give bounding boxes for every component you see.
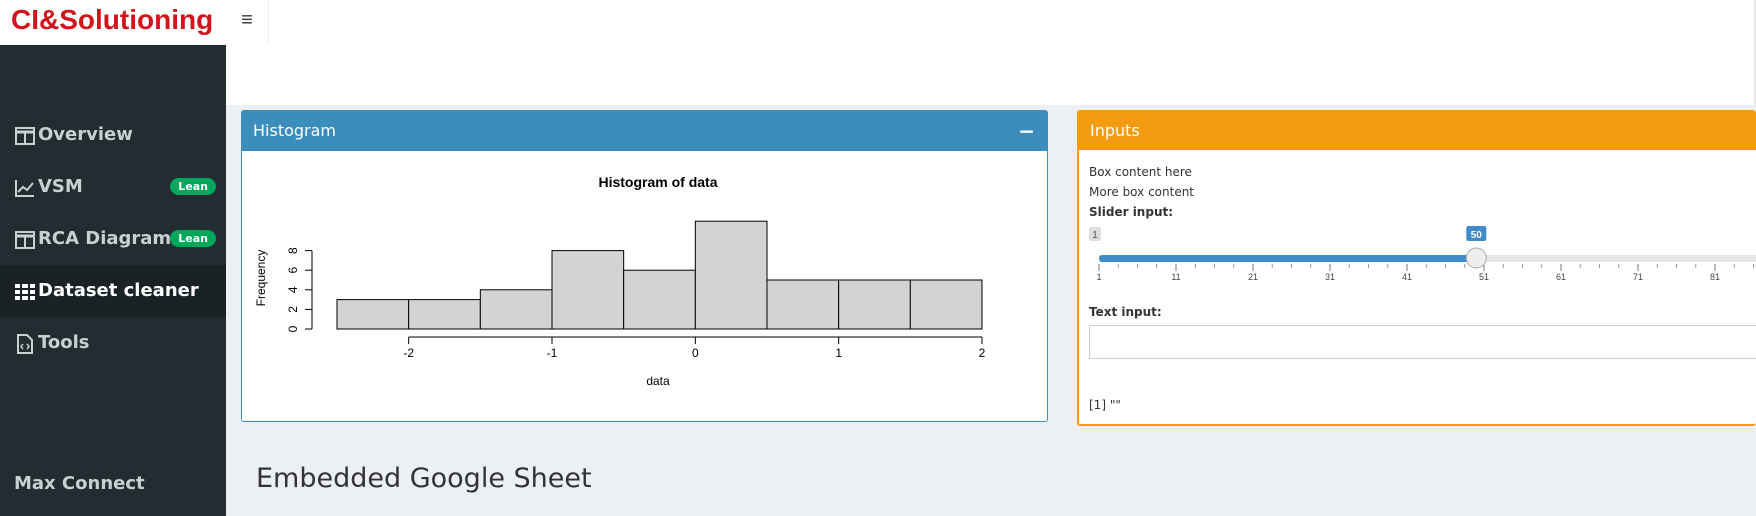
box-text: More box content [1089, 185, 1195, 199]
slider-input[interactable]: 1 501 11 21 31 41 51 61 71 81 [1089, 220, 1756, 340]
file-code-icon [13, 317, 37, 369]
slider-min-label: 1 [1092, 230, 1098, 241]
box-header: Inputs [1079, 112, 1756, 150]
text-input-label: Text input: [1089, 305, 1162, 319]
y-tick-label: 8 [286, 247, 300, 254]
histogram-bar [623, 269, 696, 330]
slider-handle[interactable] [1465, 247, 1487, 269]
section-title: Embedded Google Sheet [256, 463, 592, 494]
app-logo[interactable]: CI&Solutioning [0, 0, 226, 45]
slider-tick-label: 81 [1710, 272, 1720, 282]
slider-tick-label: 41 [1402, 272, 1412, 282]
slider-label: Slider input: [1089, 205, 1174, 219]
sidebar-footer-link[interactable]: Max Connect [14, 473, 145, 494]
box-header: Histogram − [242, 111, 1047, 151]
sidebar-item-dataset-cleaner[interactable]: Dataset cleaner [0, 265, 226, 317]
grid-icon [13, 265, 37, 317]
sidebar-item-overview[interactable]: Overview [0, 109, 226, 161]
sidebar-item-tools[interactable]: Tools [0, 317, 226, 369]
slider-tick-label: 1 [1096, 272, 1101, 282]
slider-tick-label: 31 [1325, 272, 1335, 282]
slider-tick-label: 61 [1556, 272, 1566, 282]
slider-fill [1099, 255, 1477, 262]
lean-badge: Lean [170, 178, 216, 195]
inputs-box: Inputs Box content here More box content… [1077, 110, 1756, 426]
y-tick-label: 4 [286, 286, 300, 293]
y-axis-label: Frequency [254, 250, 268, 307]
slider-tick-label: 51 [1479, 272, 1489, 282]
x-tick-label: 0 [692, 346, 699, 360]
histogram-bar [909, 279, 983, 330]
text-input[interactable] [1089, 325, 1756, 359]
histogram-bar [408, 299, 481, 330]
box-text: Box content here [1089, 165, 1192, 179]
sidebar-item-label: Tools [38, 332, 90, 353]
y-tick-label: 2 [286, 306, 300, 313]
x-tick-label: 1 [835, 346, 842, 360]
histogram-bar [694, 220, 768, 330]
table-icon [13, 109, 37, 161]
top-navbar: ≡ [226, 0, 1756, 105]
table-icon [13, 213, 37, 265]
lean-badge: Lean [170, 230, 216, 247]
collapse-icon[interactable]: − [1018, 111, 1035, 151]
slider-tick-label: 11 [1171, 272, 1180, 282]
histogram-bar [766, 279, 840, 330]
sidebar-item-vsm[interactable]: VSM Lean [0, 161, 226, 213]
chart-title: Histogram of data [598, 174, 717, 190]
y-tick-label: 0 [286, 325, 300, 332]
histogram-chart: Histogram of data data Frequency -2 -1 0 1 2… [254, 174, 986, 388]
sidebar-item-label: VSM [38, 176, 83, 197]
x-axis-label: data [646, 374, 670, 388]
slider-value-label: 50 [1471, 230, 1483, 241]
inputs-body: Box content here More box content Slider… [1089, 150, 1756, 424]
x-tick-label: -2 [403, 346, 414, 360]
histogram-bar [479, 289, 553, 330]
sidebar-item-label: Dataset cleaner [38, 280, 199, 301]
box-title: Histogram [253, 121, 336, 140]
slider-tick-label: 71 [1633, 272, 1643, 282]
histogram-bar [336, 299, 410, 330]
histogram-bar [551, 250, 625, 330]
sidebar-toggle-icon[interactable]: ≡ [226, 0, 269, 45]
x-tick-label: 2 [979, 346, 986, 360]
histogram-box: Histogram − Histogram of data data Frequ… [241, 110, 1048, 422]
histogram-bar [838, 279, 911, 330]
sidebar-item-label: Overview [38, 124, 133, 145]
box-title: Inputs [1090, 121, 1140, 140]
sidebar-item-rca-diagrams[interactable]: RCA Diagrams Lean [0, 213, 226, 265]
sidebar-item-label: RCA Diagrams [38, 228, 182, 249]
x-tick-label: -1 [547, 346, 558, 360]
text-output: [1] "" [1089, 398, 1121, 412]
sidebar: Overview VSM Lean RCA Diagrams Lean Data… [0, 45, 226, 516]
slider-tick-label: 21 [1248, 272, 1258, 282]
y-tick-label: 6 [286, 267, 300, 274]
line-chart-icon [13, 161, 37, 213]
